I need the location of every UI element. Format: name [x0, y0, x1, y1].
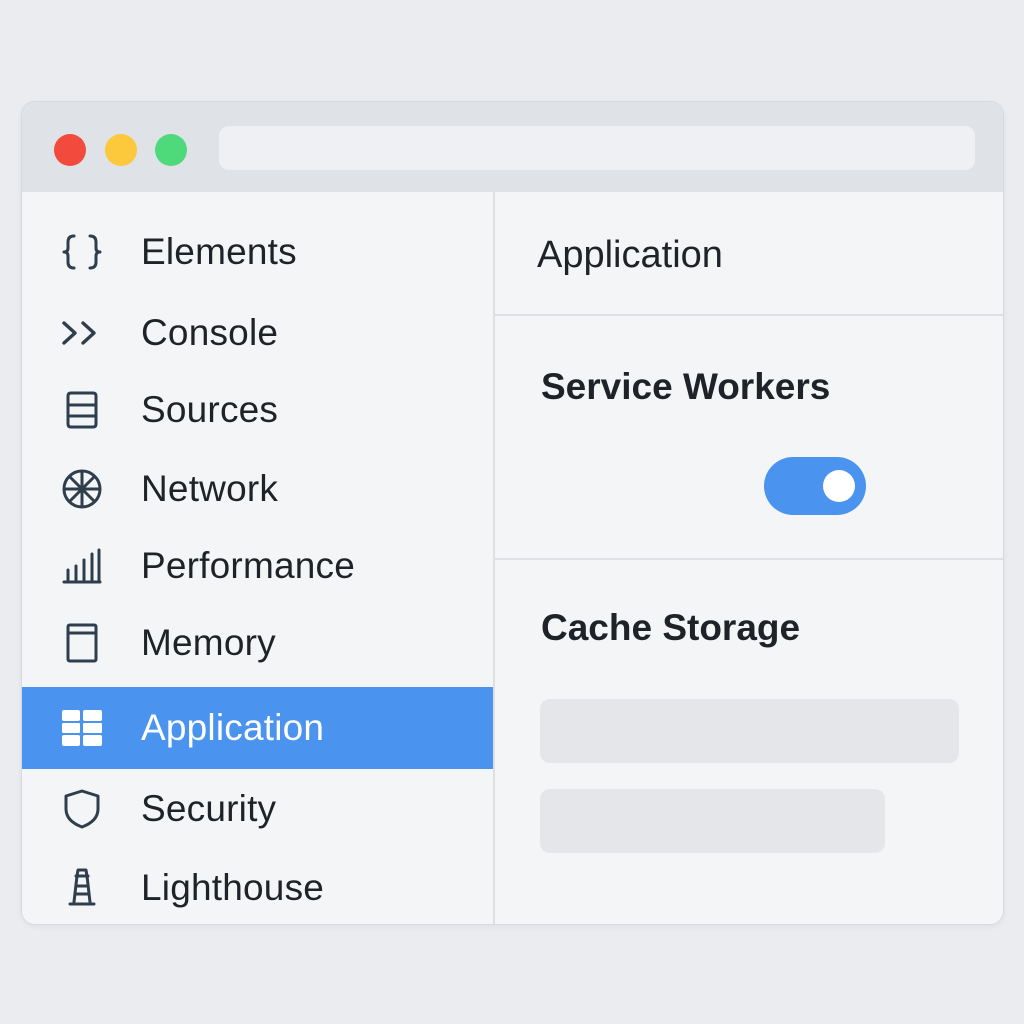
bar-chart-icon: [60, 544, 104, 588]
divider: [495, 314, 1003, 316]
sidebar-item-label: Application: [141, 707, 325, 748]
sidebar-item-application[interactable]: Application: [22, 687, 493, 769]
maximize-button[interactable]: [155, 134, 187, 166]
cache-storage-heading: Cache Storage: [541, 607, 801, 648]
sidebar-item-console[interactable]: Console: [22, 293, 493, 373]
sidebar-item-label: Console: [141, 312, 279, 353]
shield-icon: [60, 787, 104, 831]
divider: [495, 558, 1003, 560]
minimize-button[interactable]: [105, 134, 137, 166]
cache-entry-placeholder[interactable]: [540, 699, 959, 763]
toggle-knob: [823, 470, 855, 502]
devtools-window: Elements Console Sources Network Perform…: [21, 101, 1004, 925]
lighthouse-icon: [60, 866, 104, 910]
sidebar-item-label: Performance: [141, 545, 356, 586]
memory-icon: [60, 621, 104, 665]
layers-icon: [60, 388, 104, 432]
sidebar-item-memory[interactable]: Memory: [22, 603, 493, 683]
sidebar: Elements Console Sources Network Perform…: [22, 192, 495, 924]
cache-entry-placeholder[interactable]: [540, 789, 885, 853]
sidebar-item-label: Network: [141, 468, 279, 509]
braces-icon: [60, 230, 104, 274]
address-bar[interactable]: [219, 126, 975, 170]
sidebar-item-label: Lighthouse: [141, 867, 325, 908]
title-bar: [22, 102, 1003, 192]
panel-title: Application: [537, 234, 723, 276]
service-workers-heading: Service Workers: [541, 366, 831, 407]
sidebar-item-label: Security: [141, 788, 277, 829]
sidebar-item-elements[interactable]: Elements: [22, 212, 493, 292]
grid-icon: [60, 706, 104, 750]
sidebar-item-performance[interactable]: Performance: [22, 526, 493, 606]
close-button[interactable]: [54, 134, 86, 166]
sidebar-item-label: Memory: [141, 622, 276, 663]
main-panel: Application Service Workers Cache Storag…: [495, 192, 1003, 924]
sidebar-item-label: Elements: [141, 231, 297, 272]
service-workers-toggle[interactable]: [764, 457, 866, 515]
globe-icon: [60, 467, 104, 511]
chevrons-right-icon: [60, 311, 104, 355]
sidebar-item-network[interactable]: Network: [22, 449, 493, 529]
sidebar-item-sources[interactable]: Sources: [22, 370, 493, 450]
sidebar-item-lighthouse[interactable]: Lighthouse: [22, 848, 493, 924]
sidebar-item-security[interactable]: Security: [22, 769, 493, 849]
sidebar-item-label: Sources: [141, 389, 279, 430]
